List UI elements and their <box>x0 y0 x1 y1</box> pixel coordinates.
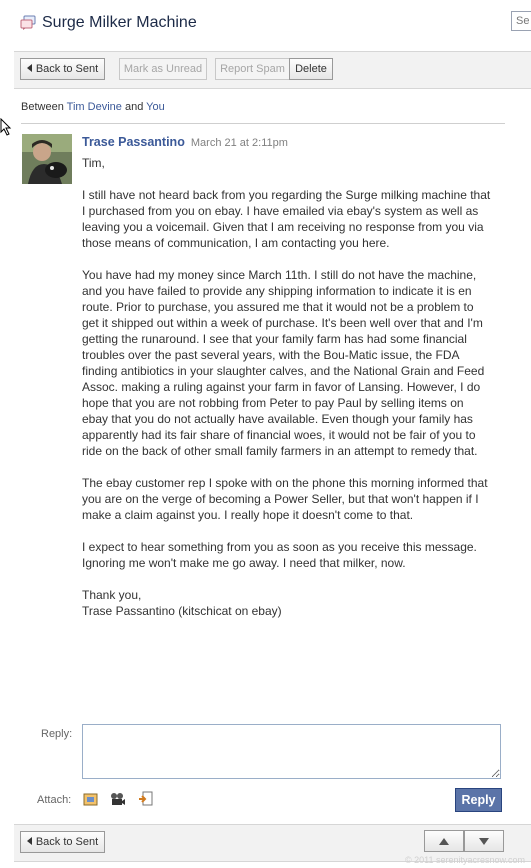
photo-icon[interactable] <box>83 791 99 807</box>
avatar-photo-icon <box>22 134 72 184</box>
message-paragraph: The ebay customer rep I spoke with on th… <box>82 476 488 522</box>
back-to-sent-label: Back to Sent <box>35 836 99 848</box>
back-to-sent-label: Back to Sent <box>35 63 99 75</box>
avatar[interactable] <box>22 134 72 184</box>
attach-label: Attach: <box>37 794 72 806</box>
participant-link-you[interactable]: You <box>146 101 165 113</box>
message-thread-icon <box>20 15 36 30</box>
search-input[interactable]: Se <box>511 11 531 31</box>
between-label: Between <box>21 101 64 113</box>
and-label: and <box>124 101 144 113</box>
back-arrow-icon <box>26 64 32 72</box>
mark-as-unread-button[interactable]: Mark as Unread <box>119 58 207 80</box>
back-to-sent-button[interactable]: Back to Sent <box>20 58 105 80</box>
reply-label: Reply: <box>41 728 73 740</box>
participant-link-tim[interactable]: Tim Devine <box>67 101 122 113</box>
page-title: Surge Milker Machine <box>42 14 197 31</box>
video-icon[interactable] <box>110 791 126 807</box>
up-arrow-icon <box>439 838 449 845</box>
reply-textarea[interactable] <box>82 724 501 779</box>
message-toolbar: Back to Sent Mark as Unread Report Spam … <box>14 51 531 89</box>
report-spam-button[interactable]: Report Spam <box>215 58 290 80</box>
sender-name-link[interactable]: Trase Passantino <box>82 135 185 149</box>
message-paragraph: Thank you, <box>82 588 142 602</box>
page-header: Surge Milker Machine <box>20 12 197 34</box>
back-to-sent-button-bottom[interactable]: Back to Sent <box>20 831 105 853</box>
message-paragraph: Trase Passantino (kitschicat on ebay) <box>82 604 282 618</box>
message-paragraph: You have had my money since March 11th. … <box>82 268 485 458</box>
link-share-icon[interactable] <box>138 791 154 807</box>
previous-message-button[interactable] <box>424 830 464 852</box>
message-header: Trase Passantino March 21 at 2:11pm <box>82 135 288 149</box>
back-arrow-icon <box>26 837 32 845</box>
message-paragraph: Tim, <box>82 156 105 170</box>
down-arrow-icon <box>479 838 489 845</box>
mouse-cursor-icon <box>0 118 12 136</box>
delete-button[interactable]: Delete <box>289 58 333 80</box>
watermark: © 2011 serenityacresnow.com <box>404 855 525 865</box>
conversation-participants: Between Tim Devine and You <box>21 101 165 113</box>
message-body: Tim, I still have not heard back from yo… <box>82 155 492 619</box>
message-paragraph: I expect to hear something from you as s… <box>82 540 477 570</box>
message-paragraph: I still have not heard back from you reg… <box>82 188 491 250</box>
message-timestamp: March 21 at 2:11pm <box>190 137 288 149</box>
divider <box>21 123 505 124</box>
reply-button[interactable]: Reply <box>455 788 502 812</box>
next-message-button[interactable] <box>464 830 504 852</box>
